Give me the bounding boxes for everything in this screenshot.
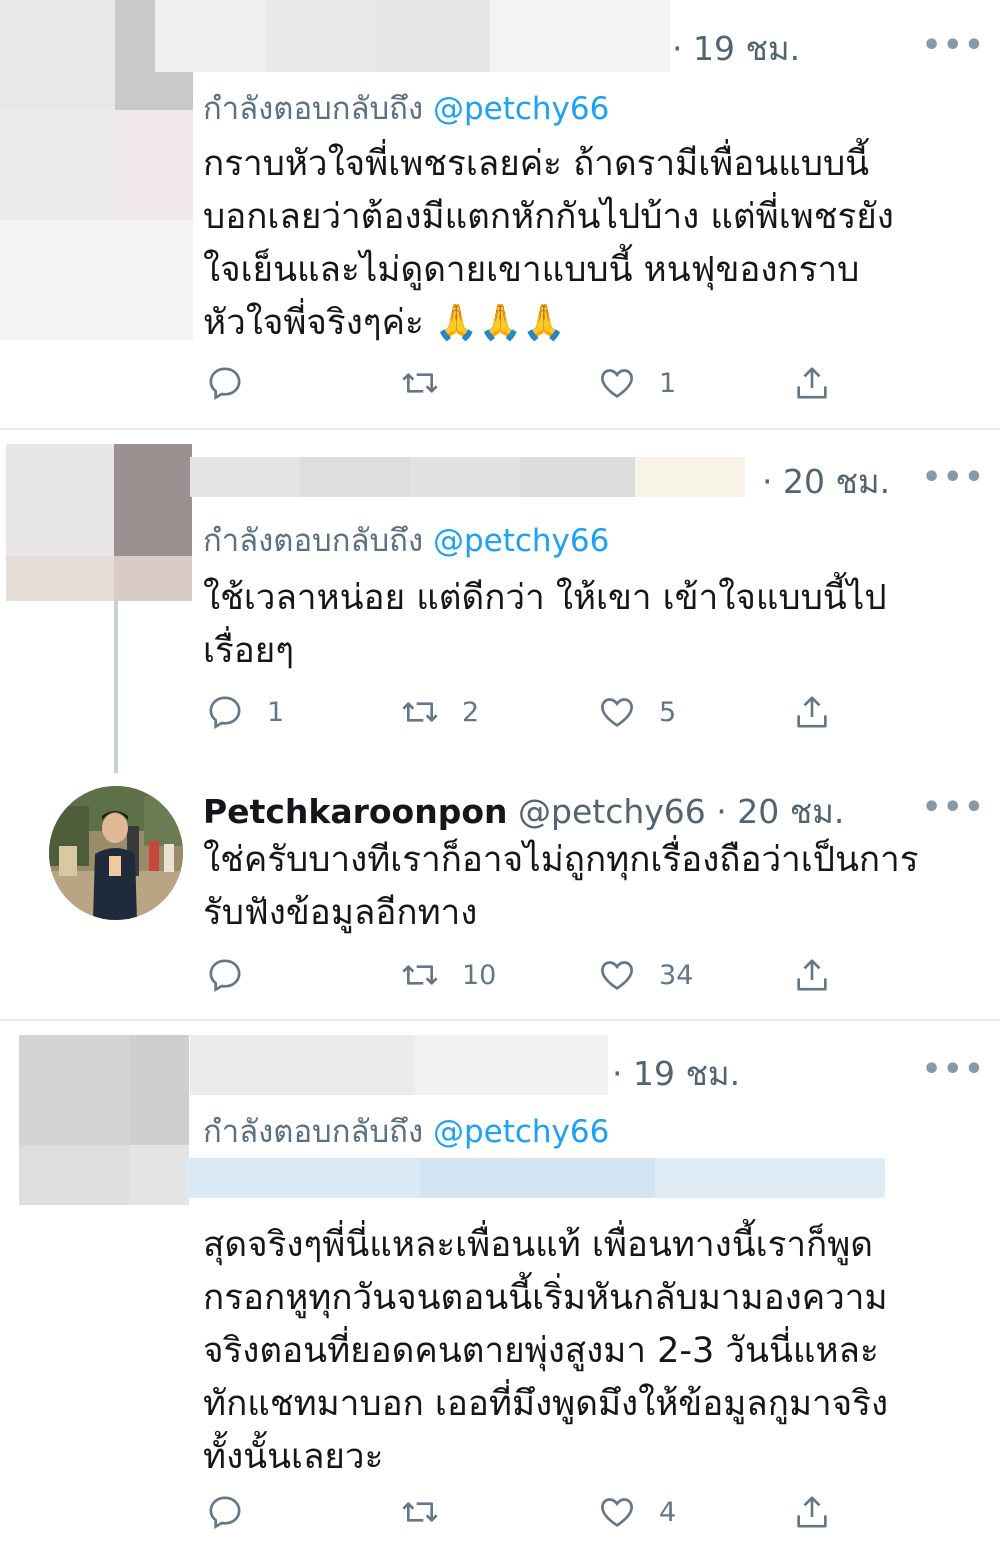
more-icon[interactable]: ••• bbox=[922, 28, 986, 63]
avatar-photo bbox=[49, 786, 183, 920]
tweet-text-line: ใจเย็นและไม่ดูดายเขาแบบนี้ หนฟุของกราบ bbox=[203, 250, 860, 290]
replying-prefix: กำลังตอบกลับถึง bbox=[203, 1114, 424, 1150]
like-button[interactable]: 4 bbox=[597, 1492, 676, 1532]
reply-button[interactable] bbox=[205, 955, 267, 995]
like-count: 5 bbox=[659, 696, 677, 728]
tweet-text: สุดจริงๆพี่นี่แหละเพื่อนแท้ เพื่อนทางนี้… bbox=[203, 1219, 888, 1484]
more-icon[interactable]: ••• bbox=[922, 790, 986, 825]
divider bbox=[0, 1019, 1000, 1021]
reply-icon bbox=[209, 696, 241, 730]
tweet-timestamp[interactable]: · 19 ชม. bbox=[672, 22, 800, 75]
retweet-button[interactable] bbox=[400, 363, 462, 403]
more-icon[interactable]: ••• bbox=[922, 1052, 986, 1087]
share-button[interactable] bbox=[792, 363, 832, 403]
heart-icon bbox=[601, 698, 633, 727]
like-button[interactable]: 5 bbox=[597, 692, 676, 732]
avatar[interactable] bbox=[49, 786, 183, 920]
share-button[interactable] bbox=[792, 692, 832, 732]
tweet-text-line: ใช้เวลาหน่อย แต่ดีกว่า ให้เขา เข้าใจแบบน… bbox=[203, 578, 887, 618]
tweet-text-line: กรอกหูทุกวันจนตอนนี้เริ่มหันกลับมามองควา… bbox=[203, 1278, 888, 1318]
tweet-text-line: สุดจริงๆพี่นี่แหละเพื่อนแท้ เพื่อนทางนี้… bbox=[203, 1225, 874, 1265]
retweet-icon bbox=[402, 965, 438, 985]
retweet-icon bbox=[402, 373, 438, 393]
retweet-button[interactable]: 10 bbox=[400, 955, 496, 995]
tweet-header: Petchkaroonpon @petchy66 · 20 ชม. bbox=[203, 785, 844, 838]
display-name[interactable]: Petchkaroonpon bbox=[203, 792, 508, 831]
like-count: 4 bbox=[659, 1496, 677, 1528]
retweet-count: 10 bbox=[462, 959, 497, 991]
heart-icon bbox=[601, 369, 633, 398]
tweet-text: ใช้เวลาหน่อย แต่ดีกว่า ให้เขา เข้าใจแบบน… bbox=[203, 572, 887, 678]
share-button[interactable] bbox=[792, 955, 832, 995]
replying-to: กำลังตอบกลับถึง @petchy66 bbox=[203, 83, 609, 133]
tweet-text-line: ทั้งนั้นเลยวะ bbox=[203, 1437, 384, 1477]
retweet-icon bbox=[402, 702, 438, 722]
retweet-button[interactable] bbox=[400, 1492, 462, 1532]
reply-button[interactable] bbox=[205, 1492, 267, 1532]
heart-icon bbox=[601, 1498, 633, 1527]
user-handle[interactable]: @petchy66 bbox=[518, 792, 706, 831]
heart-icon bbox=[601, 961, 633, 990]
retweet-button[interactable]: 2 bbox=[400, 692, 479, 732]
more-icon[interactable]: ••• bbox=[922, 460, 986, 495]
like-button[interactable]: 34 bbox=[597, 955, 693, 995]
reply-icon bbox=[209, 367, 241, 401]
share-icon bbox=[797, 696, 827, 728]
like-count: 34 bbox=[659, 959, 694, 991]
replying-handle-link[interactable]: @petchy66 bbox=[433, 1114, 609, 1150]
like-button[interactable]: 1 bbox=[597, 363, 676, 403]
share-icon bbox=[797, 367, 827, 399]
tweet-text: ใช่ครับบางทีเราก็อาจไม่ถูกทุกเรื่องถือว่… bbox=[203, 834, 919, 940]
tweet-timestamp[interactable]: · 20 ชม. bbox=[716, 792, 844, 831]
reply-icon bbox=[209, 959, 241, 993]
divider bbox=[0, 428, 1000, 430]
tweet-text-line: หัวใจพี่จริงๆค่ะ 🙏🙏🙏 bbox=[203, 303, 566, 343]
share-icon bbox=[797, 1496, 827, 1528]
tweet-text-line: บอกเลยว่าต้องมีแตกหักกันไปบ้าง แต่พี่เพช… bbox=[203, 197, 894, 237]
reply-count: 1 bbox=[267, 696, 285, 728]
thread-connector-line bbox=[114, 601, 118, 773]
tweet-text-line: รับฟังข้อมูลอีกทาง bbox=[203, 893, 478, 933]
tweet-timestamp[interactable]: · 20 ชม. bbox=[762, 455, 890, 508]
like-count: 1 bbox=[659, 367, 677, 399]
tweet-text-line: เรื่อยๆ bbox=[203, 631, 295, 671]
replying-prefix: กำลังตอบกลับถึง bbox=[203, 523, 424, 559]
reply-icon bbox=[209, 1496, 241, 1530]
tweet-text-line: ทักแชทมาบอก เออที่มึงพูดมึงให้ข้อมูลกูมา… bbox=[203, 1384, 889, 1424]
tweet-text-line: ใช่ครับบางทีเราก็อาจไม่ถูกทุกเรื่องถือว่… bbox=[203, 840, 919, 880]
replying-prefix: กำลังตอบกลับถึง bbox=[203, 91, 424, 127]
tweet-text-line: จริงตอนที่ยอดคนตายพุ่งสูงมา 2-3 วันนี่แห… bbox=[203, 1331, 879, 1371]
replying-handle-link[interactable]: @petchy66 bbox=[433, 91, 609, 127]
replying-handle-link[interactable]: @petchy66 bbox=[433, 523, 609, 559]
reply-button[interactable]: 1 bbox=[205, 692, 284, 732]
share-icon bbox=[797, 959, 827, 991]
tweet-text: กราบหัวใจพี่เพชรเลยค่ะ ถ้าดรามีเพื่อนแบบ… bbox=[203, 138, 894, 350]
tweet-text-line: กราบหัวใจพี่เพชรเลยค่ะ ถ้าดรามีเพื่อนแบบ… bbox=[203, 144, 870, 184]
tweet-timestamp[interactable]: · 19 ชม. bbox=[612, 1047, 740, 1100]
share-button[interactable] bbox=[792, 1492, 832, 1532]
replying-to: กำลังตอบกลับถึง @petchy66 bbox=[203, 1106, 609, 1156]
replying-to: กำลังตอบกลับถึง @petchy66 bbox=[203, 515, 609, 565]
retweet-count: 2 bbox=[462, 696, 480, 728]
reply-button[interactable] bbox=[205, 363, 267, 403]
retweet-icon bbox=[402, 1502, 438, 1522]
